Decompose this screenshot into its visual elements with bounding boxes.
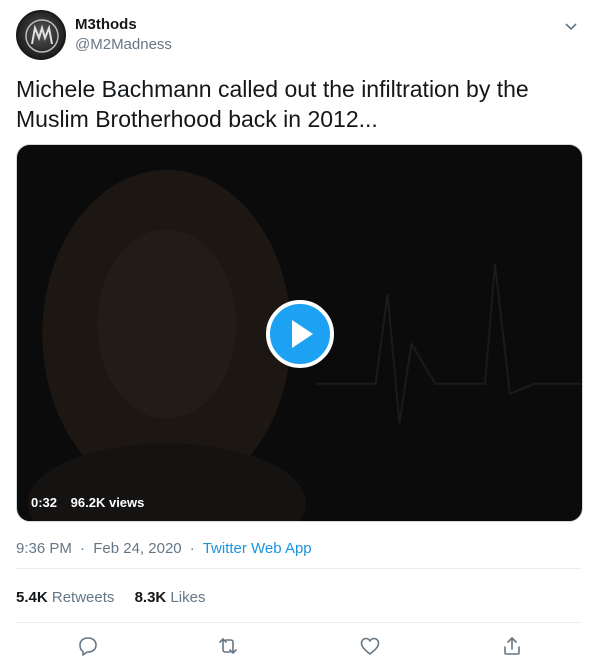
tweet-card: M3thods @M2Madness Michele Bachmann call… [0,0,597,670]
tweet-actions [16,634,581,660]
video-duration: 0:32 [31,495,58,510]
tweet-header: M3thods @M2Madness [16,10,581,62]
display-name[interactable]: M3thods [75,15,172,35]
avatar[interactable] [16,10,66,60]
tweet-date[interactable]: Feb 24, 2020 [93,540,181,557]
video-meta: 0:32 96.2K views [31,495,154,510]
heart-icon[interactable] [358,634,382,658]
video-views: 96.2K views [70,495,145,510]
video-player[interactable]: 0:32 96.2K views [16,144,583,522]
tweet-time[interactable]: 9:36 PM [16,540,72,557]
tweet-timestamp: 9:36 PM · Feb 24, 2020 · Twitter Web App [16,539,312,559]
likes-label: Likes [170,589,206,606]
likes-stat[interactable]: 8.3K Likes [135,588,206,608]
retweets-count: 5.4K [16,589,48,606]
divider [16,622,581,623]
chevron-down-icon[interactable] [561,16,581,36]
divider [16,568,581,569]
separator: · [189,540,195,557]
tweet-source-link[interactable]: Twitter Web App [203,540,312,557]
share-icon[interactable] [500,634,524,658]
retweets-label: Retweets [51,589,115,606]
user-handle[interactable]: @M2Madness [75,35,172,55]
reply-icon[interactable] [76,634,100,658]
retweets-stat[interactable]: 5.4K Retweets [16,588,114,608]
likes-count: 8.3K [134,589,167,606]
play-icon [292,320,313,348]
avatar-logo-icon [25,19,59,53]
separator: · [80,540,86,557]
user-names: M3thods @M2Madness [75,15,172,55]
play-button[interactable] [266,300,334,368]
tweet-text: Michele Bachmann called out the infiltra… [16,76,529,132]
retweet-icon[interactable] [216,634,240,658]
tweet-stats: 5.4K Retweets 8.3K Likes [16,588,221,608]
